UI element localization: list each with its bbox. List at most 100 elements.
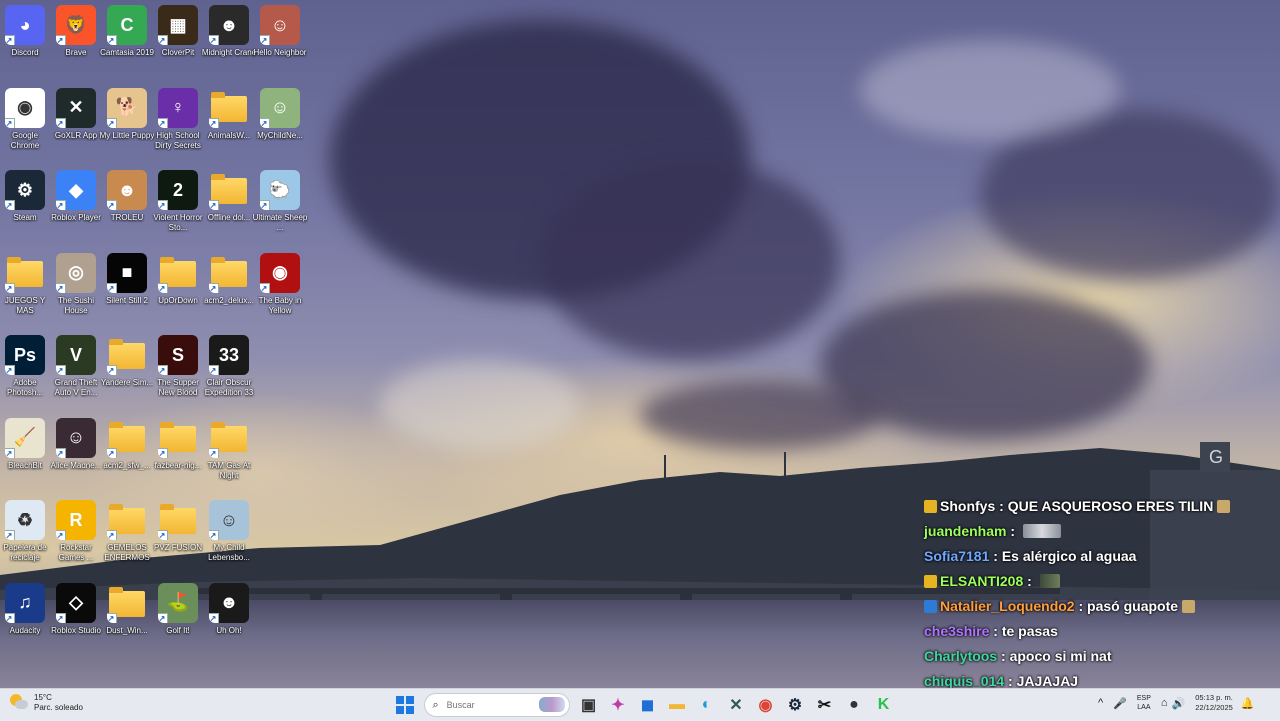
desktop-icon[interactable]: ↗ AnimalsW...: [204, 83, 254, 163]
volume-icon[interactable]: 🔊: [1172, 697, 1186, 710]
desktop-icon[interactable]: ↗ PVZ FUSION: [153, 495, 203, 575]
taskbar: 15°C Parc. soleado ⌕ ▣ ✦ ◼ ▬ ◐ ✕ ◉ ⚙ ✂ ● K ^ 🎤 ESP…: [0, 688, 1280, 721]
desktop-icon[interactable]: 🦁 ↗ Brave: [51, 0, 101, 80]
obs-taskbar-button[interactable]: ●: [841, 692, 867, 718]
capcut-taskbar-icon: ✂: [817, 697, 832, 714]
desktop-icon[interactable]: ◕ ↗ Discord: [0, 0, 50, 80]
desktop-icon[interactable]: ↗ acm2_sfw_...: [102, 413, 152, 493]
desktop-icon[interactable]: ▦ ↗ CloverPit: [153, 0, 203, 80]
desktop-icon-label: Discord: [11, 48, 39, 57]
desktop-icon[interactable]: ↗ fazbear-nig...: [153, 413, 203, 493]
desktop-icon[interactable]: ◇ ↗ Roblox Studio: [51, 578, 101, 658]
edge-button[interactable]: ◐: [694, 692, 720, 718]
chat-message: Sofia7181 : Es alérgico al aguaa: [924, 544, 1280, 569]
cloverpit-icon: ▦ ↗: [158, 5, 198, 45]
desktop-icon[interactable]: ◉ ↗ The Baby in Yellow: [255, 248, 305, 328]
capcut-taskbar-button[interactable]: ✂: [812, 692, 838, 718]
desktop-icon[interactable]: 2 ↗ Violent Horror Sto...: [153, 165, 203, 245]
shortcut-arrow-icon: ↗: [5, 200, 15, 210]
chrome-icon: ◉ ↗: [5, 87, 45, 128]
copilot-button[interactable]: ✦: [605, 692, 631, 718]
shortcut-arrow-icon: ↗: [5, 365, 15, 375]
taskbar-search[interactable]: ⌕: [423, 693, 570, 717]
desktop-icon[interactable]: ↗ UpOrDown: [153, 248, 203, 328]
desktop-icon[interactable]: ↗ acm2_delux...: [204, 248, 254, 328]
shortcut-arrow-icon: ↗: [260, 35, 270, 45]
desktop-icon[interactable]: 🐑 ↗ Ultimate Sheep ...: [253, 165, 307, 245]
start-button[interactable]: [392, 692, 418, 718]
desktop-icon-label: acm2_sfw_...: [103, 460, 151, 470]
violent-horror-icon: 2 ↗: [158, 170, 198, 210]
sushi-house-icon: ◎ ↗: [56, 252, 96, 293]
chat-username: ELSANTI208: [940, 573, 1024, 589]
desktop-icon-label: Adobe Photosh...: [6, 378, 44, 397]
desktop-icon[interactable]: ☺ ↗ My Child Lebensbo...: [204, 495, 254, 575]
shortcut-arrow-icon: ↗: [209, 200, 219, 210]
folder-icon: ↗: [158, 253, 198, 293]
shortcut-arrow-icon: ↗: [5, 530, 15, 540]
network-icon[interactable]: ⌂: [1161, 697, 1168, 709]
file-explorer-button[interactable]: ▬: [664, 692, 690, 718]
goxlr-taskbar-button[interactable]: ✕: [723, 692, 749, 718]
desktop-icon[interactable]: ■ ↗ Silent Still 2: [102, 248, 152, 328]
shortcut-arrow-icon: ↗: [107, 530, 117, 540]
desktop-icon[interactable]: 33 ↗ Clair Obscur Expedition 33: [204, 330, 254, 410]
midnight-crane-icon: ☻ ↗: [209, 5, 249, 45]
microphone-icon[interactable]: 🎤: [1113, 697, 1127, 710]
chat-separator: :: [1074, 598, 1088, 614]
search-icon: ⌕: [432, 698, 439, 711]
search-input[interactable]: [444, 699, 539, 711]
chat-badge-icon: [924, 600, 937, 613]
desktop-icon[interactable]: ◉ ↗ Google Chrome: [0, 83, 50, 163]
desktop-icon[interactable]: ✕ ↗ GoXLR App: [51, 83, 101, 163]
desktop-icon[interactable]: ↗ Offline dol...: [204, 165, 254, 245]
golf-it-icon: ⛳ ↗: [158, 582, 198, 623]
shortcut-arrow-icon: ↗: [107, 200, 117, 210]
shortcut-arrow-icon: ↗: [209, 612, 219, 623]
store-button[interactable]: ◼: [635, 692, 661, 718]
tray-chevron-icon[interactable]: ^: [1098, 697, 1103, 709]
chat-username: Sofia7181: [924, 548, 990, 564]
desktop-icon[interactable]: ↗ Yandere Sim...: [101, 330, 153, 410]
desktop-icon[interactable]: ↗ TAM Gas At Night: [204, 413, 254, 493]
desktop-icon[interactable]: Ps ↗ Adobe Photosh...: [0, 330, 50, 410]
steam-taskbar-button[interactable]: ⚙: [782, 692, 808, 718]
shortcut-arrow-icon: ↗: [56, 530, 66, 540]
language-indicator[interactable]: ESP LAA: [1137, 694, 1151, 712]
desktop-icon-label: My Child Lebensbo...: [208, 543, 250, 562]
desktop-icon[interactable]: ↗ JUEGOS Y MAS: [0, 248, 50, 328]
uh-oh-icon: ☻ ↗: [209, 582, 249, 623]
desktop-icon[interactable]: C ↗ Camtasia 2019: [100, 0, 154, 80]
desktop-icon[interactable]: ☺ ↗ Hello Neighbor: [253, 0, 307, 80]
desktop-icon[interactable]: 🐕 ↗ My Little Puppy: [99, 83, 155, 163]
desktop-icon[interactable]: ♀ ↗ High School Dirty Secrets: [153, 83, 203, 163]
desktop-icon-label: My Little Puppy: [99, 130, 155, 140]
desktop-icon[interactable]: R ↗ Rockstar Games ...: [51, 495, 101, 575]
desktop-icon[interactable]: ☺ ↗ MyChildNe...: [255, 83, 305, 163]
desktop-icon-label: Hello Neighbor: [253, 48, 307, 57]
chat-text: te pasas: [1001, 623, 1058, 639]
weather-widget[interactable]: 15°C Parc. soleado: [10, 693, 83, 713]
desktop-icon[interactable]: ⛳ ↗ Golf It!: [153, 578, 203, 658]
desktop-icon[interactable]: ◆ ↗ Roblox Player: [51, 165, 101, 245]
chrome-taskbar-button[interactable]: ◉: [753, 692, 779, 718]
desktop-icon[interactable]: S ↗ The Supper New Blood: [153, 330, 203, 410]
desktop-icon[interactable]: ↗ Dust_Win...: [102, 578, 152, 658]
desktop-icon[interactable]: ⚙ ↗ Steam: [0, 165, 50, 245]
shortcut-arrow-icon: ↗: [209, 530, 219, 540]
desktop-icon[interactable]: ↗ GEMELOS ENFERMOS: [102, 495, 152, 575]
clock[interactable]: 05:13 p. m. 22/12/2025: [1195, 693, 1233, 713]
desktop-icon[interactable]: ♻ ↗ Papelera de reciclaje: [0, 495, 50, 575]
notification-bell-icon[interactable]: 🔔: [1241, 697, 1255, 710]
desktop-icon[interactable]: 🧹 ↗ BleachBit: [0, 413, 50, 493]
desktop-icon[interactable]: ☻ ↗ Uh Oh!: [204, 578, 254, 658]
desktop-icon[interactable]: ◎ ↗ The Sushi House: [51, 248, 101, 328]
audacity-icon: ♫ ↗: [5, 582, 45, 623]
task-view-button[interactable]: ▣: [576, 692, 602, 718]
desktop-icon[interactable]: ☻ ↗ Midnight Crane: [202, 0, 256, 80]
desktop-icon[interactable]: ☺ ↗ Alice Madne...: [51, 413, 101, 493]
kick-taskbar-button[interactable]: K: [871, 692, 897, 718]
desktop-icon[interactable]: V ↗ Grand Theft Auto V En...: [51, 330, 101, 410]
desktop-icon[interactable]: ☻ ↗ TROLEU: [102, 165, 152, 245]
desktop-icon[interactable]: ♫ ↗ Audacity: [0, 578, 50, 658]
